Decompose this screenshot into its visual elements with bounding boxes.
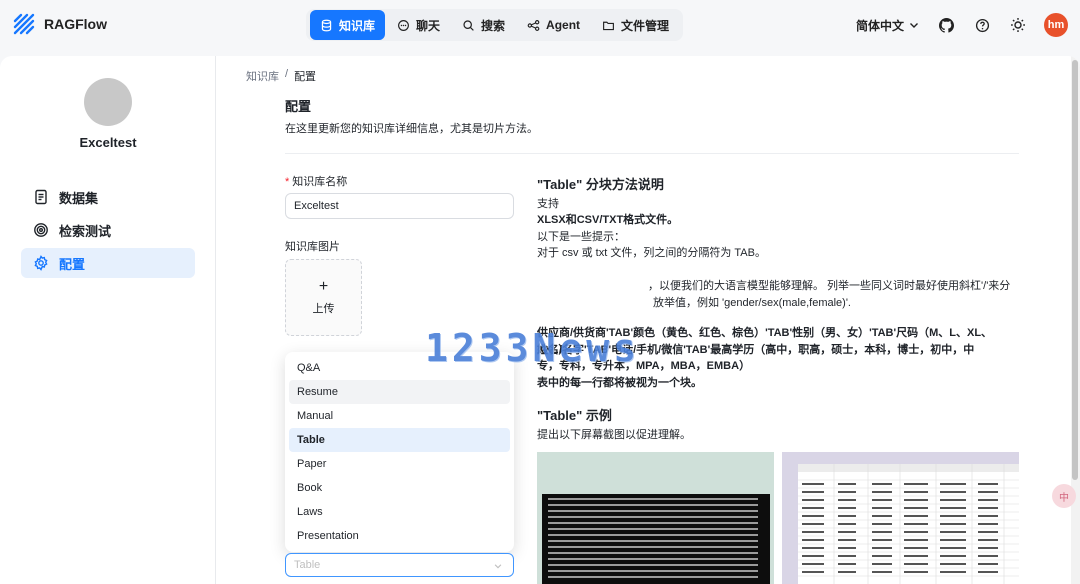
nav-file-manager[interactable]: 文件管理 — [592, 10, 679, 40]
breadcrumb: 知识库 / 配置 — [246, 68, 316, 84]
divider — [285, 153, 1019, 154]
nav-label: 知识库 — [339, 18, 376, 33]
theme-sun-icon[interactable] — [1008, 15, 1028, 35]
nav-label: 聊天 — [416, 18, 441, 33]
sidebar-item-label: 配置 — [59, 256, 86, 272]
sidebar-item-config[interactable]: 配置 — [21, 248, 195, 278]
nav-label: Agent — [546, 18, 581, 32]
page-title: 配置 — [285, 99, 312, 114]
app-logo[interactable]: RAGFlow — [12, 12, 107, 36]
top-bar: RAGFlow 知识库 聊天 搜索 Agent 文件管理 简体中文 hm — [0, 0, 1080, 56]
nav-knowledge-base[interactable]: 知识库 — [310, 10, 386, 40]
github-icon[interactable] — [936, 15, 956, 35]
terminal-image — [542, 494, 770, 584]
terminal-rows-graphic — [548, 498, 758, 578]
sidebar-item-retrieval-test[interactable]: 检索测试 — [21, 215, 195, 245]
nav-search[interactable]: 搜索 — [452, 10, 515, 40]
tip-line-3: 放举值，例如 'gender/sex(male,female)'. — [653, 297, 851, 309]
kb-name-label: * 知识库名称 — [285, 173, 347, 189]
option-manual[interactable]: Manual — [289, 404, 510, 428]
required-mark: * — [285, 176, 290, 188]
app-name: RAGFlow — [44, 16, 107, 32]
nav-label: 搜索 — [481, 18, 506, 33]
search-icon — [463, 19, 474, 31]
upload-label: 上传 — [312, 302, 335, 315]
kb-name: Exceltest — [79, 135, 137, 150]
floating-badge[interactable]: 中 — [1052, 484, 1076, 508]
gear-icon — [34, 255, 48, 271]
nav-label: 文件管理 — [621, 18, 670, 33]
option-presentation[interactable]: Presentation — [289, 524, 510, 548]
language-label: 简体中文 — [855, 18, 904, 33]
sidebar-item-label: 数据集 — [59, 190, 99, 206]
support-text: 支持 — [537, 198, 559, 210]
option-resume[interactable]: Resume — [289, 380, 510, 404]
chat-icon — [398, 19, 409, 31]
scrollbar[interactable] — [1071, 56, 1080, 584]
document-icon — [35, 189, 47, 205]
select-placeholder: Table — [294, 559, 321, 571]
example-title: "Table" 示例 — [537, 408, 612, 423]
option-laws[interactable]: Laws — [289, 500, 510, 524]
plus-icon: + — [318, 277, 329, 295]
ragflow-logo-icon — [13, 13, 35, 35]
example-line-4: 表中的每一行都将被视为一个块。 — [537, 377, 702, 389]
scroll-thumb[interactable] — [1072, 60, 1078, 480]
language-selector[interactable]: 简体中文 — [856, 17, 920, 34]
chevron-down-icon — [910, 23, 918, 28]
kb-name-label-text: 知识库名称 — [292, 176, 348, 188]
help-icon[interactable] — [972, 15, 992, 35]
main-panel: Exceltest 数据集 检索测试 配置 知识库 / 配置 配置 在这里更新您… — [0, 56, 1080, 584]
image-upload-button[interactable]: + 上传 — [285, 259, 362, 336]
kb-image-label: 知识库图片 — [285, 241, 340, 253]
header-tools: 简体中文 hm — [856, 13, 1068, 37]
tip-line-2: ，以便我们的大语言模型能够理解。 列举一些同义词时最好使用斜杠'/'来分 — [648, 280, 1011, 292]
example-desc: 提出以下屏幕截图以促进理解。 — [537, 429, 691, 441]
folder-icon — [603, 21, 614, 30]
nav-chat[interactable]: 聊天 — [387, 10, 450, 40]
sidebar-item-dataset[interactable]: 数据集 — [21, 182, 195, 212]
watermark: 1233News — [425, 326, 641, 370]
option-paper[interactable]: Paper — [289, 452, 510, 476]
spreadsheet-grid-graphic — [798, 464, 1019, 584]
target-icon — [34, 223, 48, 237]
sidebar-item-label: 检索测试 — [59, 223, 112, 239]
chevron-down-icon — [494, 564, 502, 569]
user-avatar[interactable]: hm — [1044, 13, 1068, 37]
main-nav: 知识库 聊天 搜索 Agent 文件管理 — [306, 9, 684, 41]
chunk-method-select[interactable]: Table — [285, 553, 514, 577]
page-description: 在这里更新您的知识库详细信息，尤其是切片方法。 — [285, 123, 538, 135]
tip-line-1: 对于 csv 或 txt 文件，列之间的分隔符为 TAB。 — [537, 247, 766, 259]
formats-text: XLSX和CSV/TXT格式文件。 — [537, 214, 679, 226]
breadcrumb-separator: / — [285, 68, 289, 80]
chunk-method-dropdown: Q&A Resume Manual Table Paper Book Laws … — [285, 352, 514, 552]
agent-icon — [527, 19, 540, 31]
option-book[interactable]: Book — [289, 476, 510, 500]
method-title: "Table" 分块方法说明 — [537, 177, 664, 192]
example-screenshot-terminal — [537, 452, 774, 584]
spreadsheet-image — [798, 464, 1019, 584]
breadcrumb-current: 配置 — [294, 71, 317, 83]
breadcrumb-root[interactable]: 知识库 — [246, 68, 279, 84]
tips-text: 以下是一些提示： — [537, 231, 625, 243]
example-screenshot-spreadsheet — [782, 452, 1019, 584]
kb-sidebar: Exceltest 数据集 检索测试 配置 — [0, 56, 216, 584]
kb-name-input[interactable]: Exceltest — [285, 193, 514, 219]
kb-avatar — [84, 78, 132, 126]
database-icon — [321, 19, 332, 31]
option-table[interactable]: Table — [289, 428, 510, 452]
nav-agent[interactable]: Agent — [517, 10, 590, 40]
